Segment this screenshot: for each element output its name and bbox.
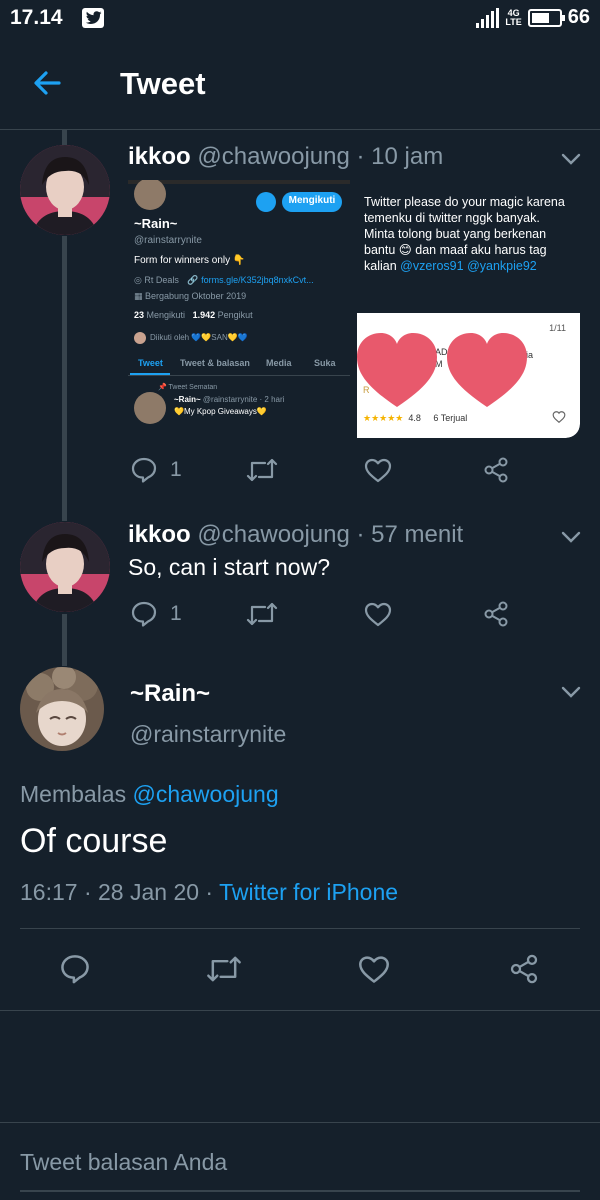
share-button[interactable] xyxy=(482,600,510,633)
thread-line xyxy=(62,614,67,666)
heart-sticker xyxy=(357,333,527,407)
share-icon xyxy=(484,457,508,483)
retweet-icon xyxy=(207,956,241,982)
attached-image-tweet[interactable]: Twitter please do your magic karena teme… xyxy=(354,180,580,438)
avatar[interactable] xyxy=(20,145,110,235)
product-card: 1/11 AD M stalgia R ★★★★★ 4.8 6 Terjual xyxy=(357,313,580,438)
top-bar xyxy=(0,40,600,130)
profile-bio: Form for winners only 👇 xyxy=(134,255,246,266)
heart-icon xyxy=(364,458,392,483)
author-handle[interactable]: @rainstarrynite xyxy=(130,721,286,748)
author-name[interactable]: ~Rain~ xyxy=(130,680,210,708)
like-button[interactable] xyxy=(358,954,390,989)
like-button[interactable] xyxy=(364,457,392,488)
author-handle: @chawoojung xyxy=(197,143,350,170)
divider xyxy=(20,928,580,929)
network-icon: 4G LTE xyxy=(505,7,522,27)
attached-image-profile[interactable]: Mengikuti ~Rain~ @rainstarrynite Form fo… xyxy=(128,180,350,438)
pinned-text: 💛My Kpop Giveaways💛 xyxy=(174,407,267,416)
chevron-down-icon[interactable] xyxy=(560,526,582,548)
tweet-author[interactable]: ikkoo @chawoojung · 57 menit xyxy=(128,521,463,549)
back-arrow-icon[interactable] xyxy=(30,66,64,100)
tweet-author[interactable]: ikkoo @chawoojung · 10 jam xyxy=(128,143,443,171)
share-button[interactable] xyxy=(482,456,510,489)
heart-outline-icon xyxy=(552,411,566,424)
replying-to: Membalas @chawoojung xyxy=(20,781,279,807)
embed-tweet-text: Twitter please do your magic karena teme… xyxy=(364,195,565,273)
share-icon xyxy=(484,601,508,627)
tweet-text: So, can i start now? xyxy=(128,554,330,580)
heart-icon xyxy=(364,602,392,627)
retweet-icon xyxy=(246,602,278,626)
reply-icon xyxy=(131,601,157,627)
reply-button[interactable]: 1 xyxy=(130,600,182,628)
status-right: 4G LTE 66 xyxy=(476,6,590,29)
retweet-button[interactable] xyxy=(245,456,279,489)
pinned-label: 📌 Tweet Sematan xyxy=(158,384,218,391)
reply-input[interactable]: Tweet balasan Anda xyxy=(20,1149,227,1176)
retweet-button[interactable] xyxy=(245,600,279,633)
tweet-time: · 10 jam xyxy=(356,143,444,170)
battery-level: 66 xyxy=(567,6,590,28)
chevron-down-icon[interactable] xyxy=(560,681,582,703)
profile-stats: 23 Mengikuti 1.942 Pengikut xyxy=(134,310,253,320)
share-icon xyxy=(510,954,538,984)
reply-icon xyxy=(131,457,157,483)
retweet-icon xyxy=(246,458,278,482)
product-rating: ★★★★★ 4.8 6 Terjual xyxy=(363,413,468,423)
thread-line xyxy=(62,130,67,145)
tweet-timestamp: 16:17 · 28 Jan 20 · Twitter for iPhone xyxy=(20,879,399,905)
avatar[interactable] xyxy=(20,522,110,612)
thread-line xyxy=(62,236,67,521)
chevron-down-icon[interactable] xyxy=(560,148,582,170)
avatar[interactable] xyxy=(20,667,104,751)
signal-icon xyxy=(476,7,500,28)
battery-icon xyxy=(527,8,565,27)
reply-icon xyxy=(61,955,89,984)
reply-button[interactable]: 1 xyxy=(130,456,182,484)
pinned-header: ~Rain~ @rainstarrynite · 2 hari xyxy=(174,395,285,404)
profile-handle: @rainstarrynite xyxy=(134,235,202,246)
divider xyxy=(0,1010,600,1011)
author-name: ikkoo xyxy=(128,521,191,548)
profile-name: ~Rain~ xyxy=(134,216,178,231)
heart-icon xyxy=(359,956,389,983)
twitter-notification-icon xyxy=(82,8,104,28)
share-button[interactable] xyxy=(508,953,540,990)
tweet-source-link[interactable]: Twitter for iPhone xyxy=(219,879,398,905)
reply-to-link[interactable]: @chawoojung xyxy=(133,781,279,807)
status-time: 17.14 xyxy=(10,6,63,29)
reply-input-underline xyxy=(20,1190,580,1192)
author-handle: @chawoojung xyxy=(197,521,350,548)
reply-count: 1 xyxy=(170,458,182,481)
reply-button[interactable] xyxy=(59,953,91,990)
follow-button-label: Mengikuti xyxy=(288,195,336,206)
page-title: Tweet xyxy=(120,66,206,101)
profile-joined: ▦ Bergabung Oktober 2019 xyxy=(134,291,247,301)
like-button[interactable] xyxy=(364,601,392,632)
divider xyxy=(0,1122,600,1123)
retweet-button[interactable] xyxy=(205,953,243,990)
reply-count: 1 xyxy=(170,602,182,625)
main-tweet-text: Of course xyxy=(20,822,168,860)
tweet-time: · 57 menit xyxy=(356,521,464,548)
profile-loc: ◎ Rt Deals 🔗 forms.gle/K352jbq8nxkCvt... xyxy=(134,275,314,285)
followed-by: Diikuti oleh 💙💛SAN💛💙 xyxy=(150,333,248,342)
author-name: ikkoo xyxy=(128,143,191,170)
